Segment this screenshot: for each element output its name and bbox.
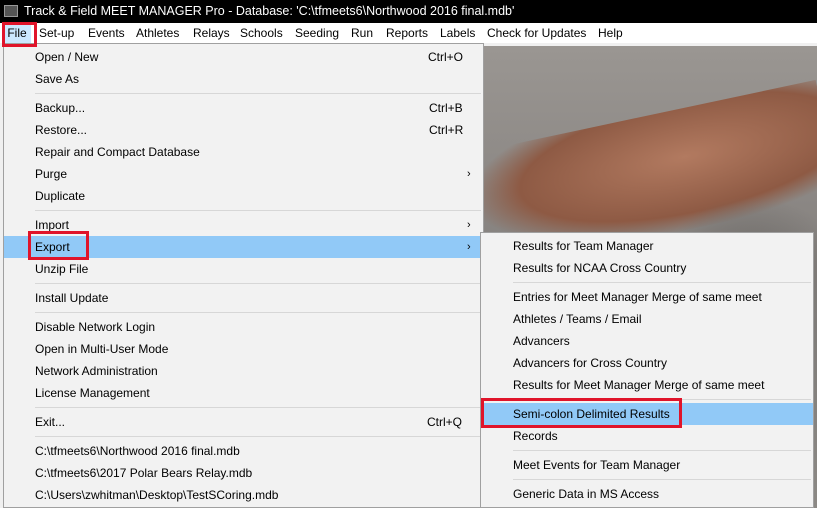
menu-item-recent-file[interactable]: C:\Users\zwhitman\Desktop\TestSCoring.md…	[4, 484, 483, 506]
menu-item-label: Open / New	[35, 50, 99, 64]
menu-separator	[35, 210, 481, 211]
menu-item-multi-user-mode[interactable]: Open in Multi-User Mode	[4, 338, 483, 360]
menu-separator	[35, 283, 481, 284]
export-item-entries-merge[interactable]: Entries for Meet Manager Merge of same m…	[481, 286, 813, 308]
menu-events[interactable]: Events	[88, 23, 125, 43]
menu-item-restore[interactable]: Restore... Ctrl+R	[4, 119, 483, 141]
menu-item-label: Backup...	[35, 101, 86, 115]
menu-item-label: Entries for Meet Manager Merge of same m…	[513, 290, 762, 304]
title-bar: Track & Field MEET MANAGER Pro - Databas…	[0, 0, 817, 23]
menu-item-shortcut: Ctrl+R	[429, 123, 464, 137]
menu-item-install-update[interactable]: Install Update	[4, 287, 483, 309]
menu-labels[interactable]: Labels	[440, 23, 475, 43]
menu-schools[interactable]: Schools	[240, 23, 283, 43]
export-submenu: Results for Team Manager Results for NCA…	[480, 232, 814, 508]
annotation-box-file	[2, 22, 37, 47]
export-item-advancers[interactable]: Advancers	[481, 330, 813, 352]
annotation-box-export	[28, 231, 89, 260]
menu-item-label: Athletes / Teams / Email	[513, 312, 642, 326]
menu-item-label: Install Update	[35, 291, 109, 305]
menu-item-disable-network-login[interactable]: Disable Network Login	[4, 316, 483, 338]
menu-item-purge[interactable]: Purge ›	[4, 163, 483, 185]
menu-separator	[35, 312, 481, 313]
menu-item-recent-file[interactable]: C:\tfmeets6\2017 Polar Bears Relay.mdb	[4, 462, 483, 484]
menu-item-save-as[interactable]: Save As	[4, 68, 483, 90]
menu-item-label: C:\tfmeets6\Northwood 2016 final.mdb	[35, 444, 240, 458]
menu-item-label: Restore...	[35, 123, 88, 137]
menu-reports[interactable]: Reports	[386, 23, 428, 43]
export-item-results-ncaa-cross-country[interactable]: Results for NCAA Cross Country	[481, 257, 813, 279]
menu-help[interactable]: Help	[598, 23, 623, 43]
menu-item-label: Records	[513, 429, 558, 443]
menu-bar: File Set-up Events Athletes Relays Schoo…	[0, 23, 817, 43]
menu-separator	[35, 436, 481, 437]
menu-item-label: Advancers for Cross Country	[513, 356, 668, 370]
menu-item-label: Duplicate	[35, 189, 86, 203]
menu-item-duplicate[interactable]: Duplicate	[4, 185, 483, 207]
chevron-right-icon: ›	[467, 219, 471, 231]
menu-item-label: Results for Team Manager	[513, 239, 654, 253]
menu-item-label: Unzip File	[35, 262, 89, 276]
menu-item-shortcut: Ctrl+B	[429, 101, 463, 115]
annotation-box-semicolon	[481, 398, 682, 428]
menu-item-label: Open in Multi-User Mode	[35, 342, 169, 356]
menu-item-label: Network Administration	[35, 364, 158, 378]
export-item-meet-events-team-manager[interactable]: Meet Events for Team Manager	[481, 454, 813, 476]
menu-item-label: Generic Data in MS Access	[513, 487, 660, 501]
menu-separator	[35, 407, 481, 408]
menu-separator	[35, 93, 481, 94]
menu-relays[interactable]: Relays	[193, 23, 230, 43]
chevron-right-icon: ›	[467, 168, 471, 180]
menu-item-label: Exit...	[35, 415, 66, 429]
menu-setup[interactable]: Set-up	[39, 23, 74, 43]
menu-item-exit[interactable]: Exit... Ctrl+Q	[4, 411, 483, 433]
menu-item-backup[interactable]: Backup... Ctrl+B	[4, 97, 483, 119]
menu-item-label: C:\tfmeets6\2017 Polar Bears Relay.mdb	[35, 466, 253, 480]
app-icon	[4, 5, 18, 17]
export-item-records[interactable]: Records	[481, 425, 813, 447]
menu-item-shortcut: Ctrl+O	[428, 50, 464, 64]
menu-item-label: Meet Events for Team Manager	[513, 458, 681, 472]
menu-item-repair-compact[interactable]: Repair and Compact Database	[4, 141, 483, 163]
menu-item-network-administration[interactable]: Network Administration	[4, 360, 483, 382]
menu-item-label: Disable Network Login	[35, 320, 156, 334]
menu-item-label: Results for NCAA Cross Country	[513, 261, 687, 275]
menu-item-label: Repair and Compact Database	[35, 145, 200, 159]
menu-item-label: Results for Meet Manager Merge of same m…	[513, 378, 765, 392]
menu-item-label: Advancers	[513, 334, 570, 348]
menu-item-label: C:\Users\zwhitman\Desktop\TestSCoring.md…	[35, 488, 279, 502]
menu-check-for-updates[interactable]: Check for Updates	[487, 23, 586, 43]
menu-separator	[513, 450, 811, 451]
menu-item-label: License Management	[35, 386, 150, 400]
menu-item-recent-file[interactable]: C:\tfmeets6\Northwood 2016 final.mdb	[4, 440, 483, 462]
export-item-results-merge[interactable]: Results for Meet Manager Merge of same m…	[481, 374, 813, 396]
export-item-athletes-teams-email[interactable]: Athletes / Teams / Email	[481, 308, 813, 330]
chevron-right-icon: ›	[467, 241, 471, 253]
menu-seeding[interactable]: Seeding	[295, 23, 339, 43]
file-menu: Open / New Ctrl+O Save As Backup... Ctrl…	[3, 43, 484, 508]
menu-item-label: Save As	[35, 72, 80, 86]
export-item-results-team-manager[interactable]: Results for Team Manager	[481, 235, 813, 257]
menu-separator	[513, 282, 811, 283]
menu-run[interactable]: Run	[351, 23, 373, 43]
menu-item-unzip-file[interactable]: Unzip File	[4, 258, 483, 280]
export-item-advancers-cross-country[interactable]: Advancers for Cross Country	[481, 352, 813, 374]
window-title: Track & Field MEET MANAGER Pro - Databas…	[24, 4, 515, 18]
menu-athletes[interactable]: Athletes	[136, 23, 179, 43]
menu-separator	[513, 479, 811, 480]
menu-item-shortcut: Ctrl+Q	[427, 415, 463, 429]
menu-item-label: Purge	[35, 167, 68, 181]
menu-item-license-management[interactable]: License Management	[4, 382, 483, 404]
menu-item-open-new[interactable]: Open / New Ctrl+O	[4, 46, 483, 68]
export-item-generic-data-ms-access[interactable]: Generic Data in MS Access	[481, 483, 813, 505]
